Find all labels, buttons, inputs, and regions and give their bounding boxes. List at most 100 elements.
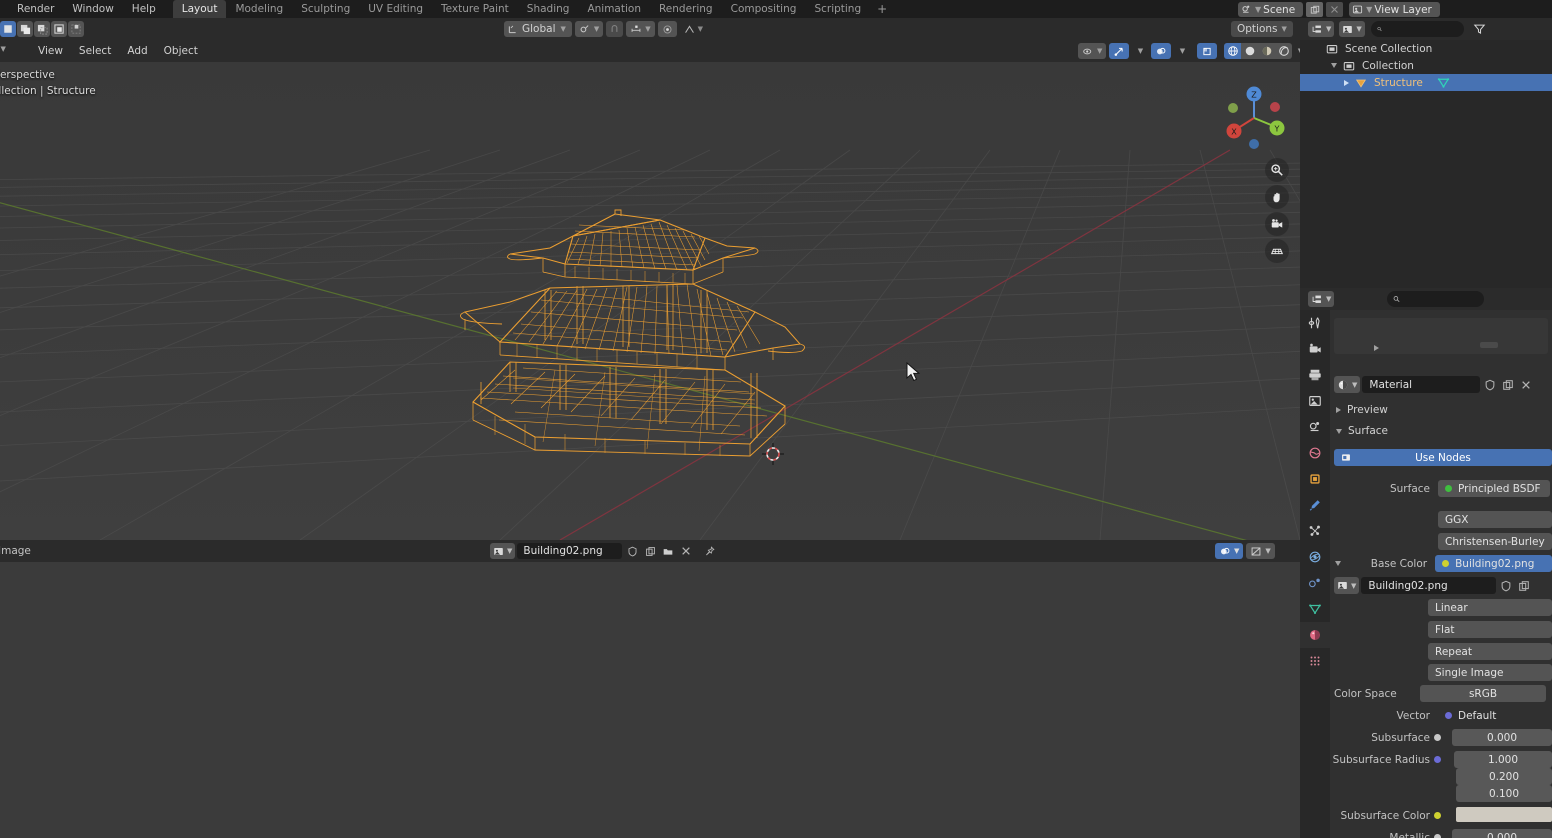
row-projection-value[interactable]: Flat [1428, 621, 1552, 638]
outliner-search-input[interactable] [1370, 21, 1464, 37]
socket-dot-subsurface[interactable] [1434, 734, 1441, 741]
chevron-down-icon[interactable] [1335, 561, 1341, 566]
panel-surface[interactable]: Surface [1336, 425, 1388, 437]
row-surface-value[interactable]: Principled BSDF [1438, 480, 1550, 497]
viewport-menu-add[interactable]: Add [119, 43, 155, 59]
duplicate-icon[interactable] [642, 543, 658, 559]
outliner-row-scene-collection[interactable]: Scene Collection [1300, 40, 1552, 57]
outliner-filter-id-dropdown[interactable]: ▼ [1339, 21, 1365, 37]
viewport-options-dropdown[interactable]: Options ▼ [1231, 21, 1293, 37]
viewport-menu-object[interactable]: Object [156, 43, 206, 59]
viewport-menu-select[interactable]: Select [71, 43, 119, 59]
tab-sculpting[interactable]: Sculpting [292, 0, 359, 18]
row-extension-value[interactable]: Repeat [1428, 643, 1552, 660]
tab-world-icon[interactable] [1300, 440, 1330, 466]
viewport-menu-view[interactable]: View [30, 43, 71, 59]
snap-pivot-dropdown[interactable]: ▼ [574, 21, 604, 37]
row-distribution-value[interactable]: GGX [1438, 511, 1552, 528]
hand-icon[interactable] [1265, 185, 1289, 209]
chevron-down-icon[interactable] [1331, 63, 1337, 68]
select-set-icon[interactable] [0, 21, 16, 37]
outliner-filter-icon[interactable] [1472, 21, 1488, 37]
outliner-search-field[interactable] [1385, 23, 1458, 35]
tab-physics-icon[interactable] [1300, 544, 1330, 570]
tab-scene-icon[interactable] [1300, 414, 1330, 440]
menu-help[interactable]: Help [123, 0, 165, 18]
overlays-dropdown[interactable]: ▼ [1174, 43, 1190, 59]
row-metallic-value[interactable]: 0.000 [1452, 829, 1552, 838]
socket-dot-subsurface-radius[interactable] [1434, 756, 1441, 763]
mesh-data-icon[interactable] [1437, 76, 1450, 89]
row-base-color-value[interactable]: Building02.png [1435, 555, 1552, 572]
viewport-mode-dropdown[interactable]: e ▼ [0, 43, 5, 55]
unlink-image-icon[interactable] [678, 543, 694, 559]
row-subsurface-color-swatch[interactable] [1456, 807, 1552, 822]
chevron-right-icon[interactable] [1336, 407, 1341, 413]
row-subsurface-value[interactable]: 0.000 [1452, 729, 1552, 746]
tab-compositing[interactable]: Compositing [722, 0, 806, 18]
image-name-field[interactable]: Building02.png [1361, 577, 1497, 594]
duplicate-icon[interactable] [1516, 580, 1532, 592]
fake-user-icon[interactable] [1498, 580, 1514, 592]
tab-rendering[interactable]: Rendering [650, 0, 722, 18]
chevron-right-icon[interactable] [1374, 345, 1379, 351]
row-source-value[interactable]: Single Image [1428, 664, 1552, 681]
image-browse-dropdown[interactable]: ▼ [490, 543, 516, 559]
panel-preview[interactable]: Preview [1336, 404, 1388, 416]
unlink-material-icon[interactable] [1518, 380, 1534, 390]
gizmo-dropdown[interactable]: ▼ [1132, 43, 1148, 59]
shading-dropdown[interactable]: ▼ [1292, 43, 1300, 59]
tab-view-layer-icon[interactable] [1300, 388, 1330, 414]
properties-search-input[interactable] [1387, 291, 1485, 307]
row-subsurface-method-value[interactable]: Christensen-Burley [1438, 533, 1552, 550]
row-interpolation-value[interactable]: Linear [1428, 599, 1552, 616]
image-editor[interactable]: Image ▼ Building02.png ▼ ▼ [0, 540, 1300, 838]
outliner[interactable]: ▼ ▼ Scene Collection Collection Structur… [1300, 18, 1552, 288]
tab-texture-paint[interactable]: Texture Paint [432, 0, 518, 18]
properties-editor-type-dropdown[interactable]: ▼ [1308, 291, 1335, 307]
navigation-gizmo[interactable]: Z Y X [1218, 82, 1290, 154]
outliner-display-mode-dropdown[interactable]: ▼ [1308, 21, 1335, 37]
properties-editor[interactable]: ▼ ▼ Material Preview Surface Use Nodes S… [1300, 288, 1552, 838]
scene-selector[interactable]: ▼ Scene [1238, 2, 1304, 17]
outliner-row-collection[interactable]: Collection [1300, 57, 1552, 74]
tab-shading[interactable]: Shading [518, 0, 579, 18]
duplicate-icon[interactable] [1500, 379, 1516, 391]
socket-dot-subsurface-color[interactable] [1434, 812, 1441, 819]
row-subsurface-radius-z[interactable]: 0.100 [1456, 785, 1552, 802]
select-extend-icon[interactable] [17, 21, 33, 37]
tab-animation[interactable]: Animation [578, 0, 650, 18]
shading-rendered-icon[interactable] [1275, 43, 1293, 59]
tab-output-icon[interactable] [1300, 362, 1330, 388]
grid-icon[interactable] [1265, 239, 1289, 263]
tab-layout[interactable]: Layout [172, 0, 227, 18]
tab-object-icon[interactable] [1300, 466, 1330, 492]
tab-render-icon[interactable] [1300, 336, 1330, 362]
row-color-space-value[interactable]: sRGB [1420, 685, 1546, 702]
gizmo-toggle[interactable] [1109, 43, 1130, 59]
row-vector-value[interactable]: Default [1438, 707, 1550, 724]
menu-render[interactable]: Render [8, 0, 63, 18]
camera-icon[interactable] [1265, 212, 1289, 236]
chevron-right-icon[interactable] [1344, 79, 1349, 86]
image-browse-dropdown[interactable]: ▼ [1334, 577, 1360, 594]
tab-scripting[interactable]: Scripting [805, 0, 870, 18]
image-display-channels-toggle[interactable]: ▼ [1215, 543, 1244, 559]
tab-material-icon[interactable] [1300, 622, 1330, 648]
viewport-canvas[interactable]: Perspective ollection | Structure Z Y X [0, 62, 1300, 540]
fake-user-icon[interactable] [624, 543, 640, 559]
new-scene-button[interactable] [1306, 2, 1324, 17]
snap-toggle[interactable] [606, 21, 624, 37]
select-invert-icon[interactable] [51, 21, 67, 37]
tab-particles-icon[interactable] [1300, 518, 1330, 544]
snap-settings-dropdown[interactable]: ▼ [626, 21, 655, 37]
tab-constraints-icon[interactable] [1300, 570, 1330, 596]
select-subtract-icon[interactable] [34, 21, 50, 37]
menu-window[interactable]: Window [63, 0, 122, 18]
delete-scene-button[interactable] [1326, 2, 1344, 17]
tab-data-icon[interactable] [1300, 596, 1330, 622]
image-editor-canvas[interactable] [0, 562, 1300, 838]
tab-modifier-icon[interactable] [1300, 492, 1330, 518]
open-image-icon[interactable] [660, 543, 676, 559]
properties-search-field[interactable] [1404, 293, 1479, 305]
